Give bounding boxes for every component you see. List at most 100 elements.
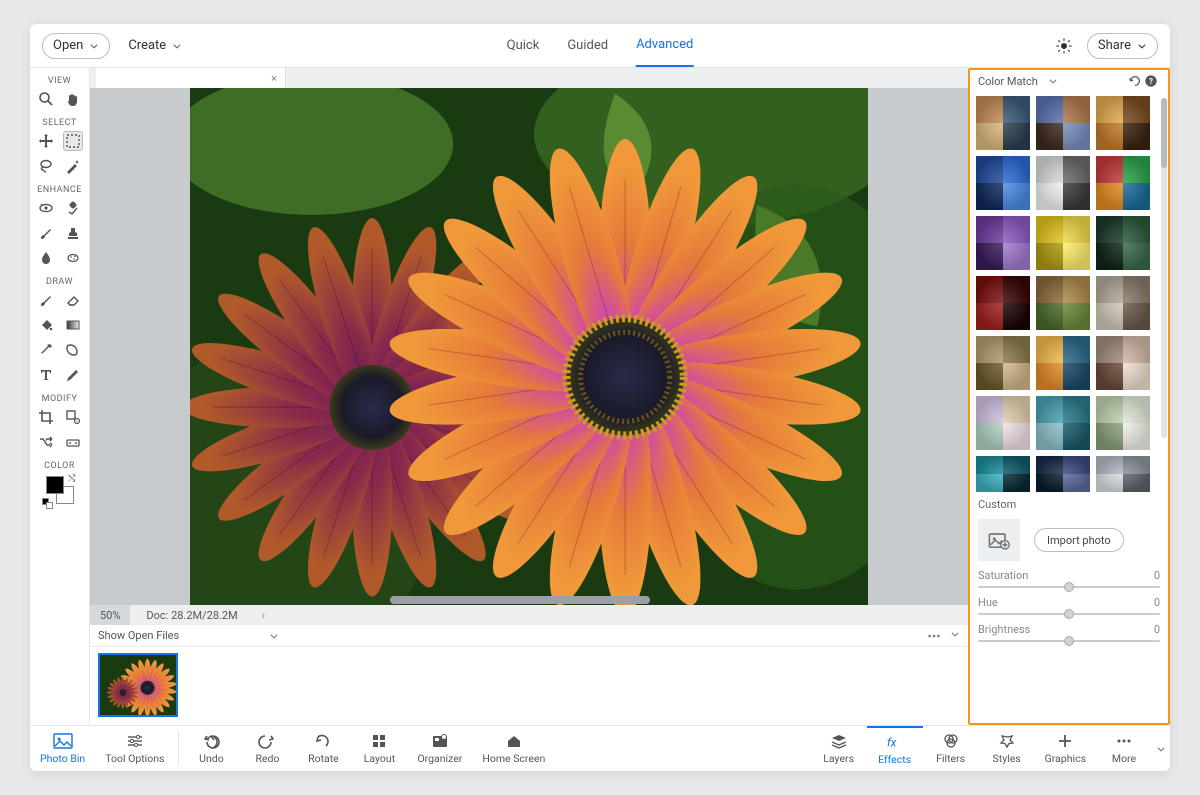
preset-scrollbar[interactable] (1161, 98, 1167, 438)
bottombar-collapse-icon[interactable] (1152, 726, 1170, 771)
open-chevron-icon (89, 41, 99, 51)
home-screen-button[interactable]: Home Screen (472, 726, 555, 771)
filters-button[interactable]: Filters (923, 726, 979, 771)
swap-colors-icon[interactable]: ⤭ (68, 474, 75, 484)
brightness-slider[interactable] (978, 640, 1160, 642)
marquee-tool[interactable] (63, 131, 83, 151)
brush-tool[interactable] (36, 290, 56, 310)
preset-desert-road[interactable] (1036, 96, 1090, 150)
lasso-tool[interactable] (36, 156, 56, 176)
redeye-tool[interactable] (36, 198, 56, 218)
move-tool[interactable] (36, 131, 56, 151)
preset-yellow-flower[interactable] (1036, 216, 1090, 270)
preset-latte-art[interactable] (1096, 336, 1150, 390)
custom-label: Custom (978, 498, 1160, 511)
color-swatch[interactable]: ⤭ (46, 476, 74, 504)
status-chevron-icon[interactable]: › (254, 609, 273, 622)
eraser-tool[interactable] (63, 290, 83, 310)
paint-bucket-tool[interactable] (36, 315, 56, 335)
panel-reset-icon[interactable] (1128, 74, 1144, 88)
preset-coastal[interactable] (1036, 396, 1090, 450)
panel-help-icon[interactable] (1144, 74, 1160, 88)
photo-bin-header: Show Open Files (90, 625, 968, 647)
preset-pebbles[interactable] (1096, 276, 1150, 330)
saturation-slider[interactable] (978, 586, 1160, 588)
effects-button[interactable]: Effects (867, 726, 923, 771)
tab-guided[interactable]: Guided (567, 24, 608, 67)
styles-button[interactable]: Styles (979, 726, 1035, 771)
right-sidebar: Color Match (968, 68, 1170, 725)
graphics-icon (1055, 732, 1075, 750)
photo-bin-menu-icon[interactable] (926, 629, 942, 643)
quick-selection-tool[interactable] (63, 156, 83, 176)
pencil-tool[interactable] (63, 365, 83, 385)
close-tab-icon[interactable]: × (271, 72, 277, 85)
clone-stamp-tool[interactable] (63, 223, 83, 243)
preset-blue-feathers[interactable] (976, 156, 1030, 210)
preset-arches-bw[interactable] (1036, 156, 1090, 210)
rotate-label: Rotate (308, 752, 339, 765)
graphics-button[interactable]: Graphics (1035, 726, 1096, 771)
preset-purple-flowers[interactable] (976, 216, 1030, 270)
gradient-tool[interactable] (63, 315, 83, 335)
preset-garden-white[interactable] (1096, 396, 1150, 450)
photo-bin-collapse-icon[interactable] (950, 629, 960, 643)
preset-tropical-sunset[interactable] (1036, 336, 1090, 390)
tab-advanced[interactable]: Advanced (636, 24, 693, 67)
more-button[interactable]: More (1096, 726, 1152, 771)
text-tool[interactable] (36, 365, 56, 385)
preset-pastel-garden[interactable] (976, 396, 1030, 450)
app-window: Open Create Quick Guided Advanced Share … (30, 24, 1170, 771)
open-button[interactable]: Open (42, 33, 110, 59)
share-button[interactable]: Share (1087, 33, 1158, 59)
panel-dropdown-icon[interactable] (1048, 76, 1058, 86)
document-tab[interactable]: × (96, 68, 286, 88)
foreground-color-swatch[interactable] (46, 476, 64, 494)
organizer-label: Organizer (417, 752, 462, 765)
straighten-tool[interactable] (63, 432, 83, 452)
custom-image-slot[interactable] (978, 519, 1020, 561)
open-button-label: Open (53, 38, 83, 53)
smart-brush-tool[interactable] (36, 223, 56, 243)
layout-button[interactable]: Layout (351, 726, 407, 771)
create-chevron-icon (172, 41, 182, 51)
shape-tool[interactable] (63, 340, 83, 360)
hue-slider[interactable] (978, 613, 1160, 615)
preset-autumn-colors[interactable] (1096, 156, 1150, 210)
preset-forest-path[interactable] (1036, 276, 1090, 330)
zoom-level[interactable]: 50% (90, 605, 130, 625)
eyedropper-tool[interactable] (36, 340, 56, 360)
spot-heal-tool[interactable] (63, 198, 83, 218)
create-button[interactable]: Create (128, 38, 182, 53)
organizer-button[interactable]: Organizer (407, 726, 472, 771)
default-colors-icon[interactable] (42, 498, 53, 509)
zoom-tool[interactable] (36, 89, 56, 109)
recompose-tool[interactable] (63, 407, 83, 427)
photo-bin-thumbnail[interactable] (98, 653, 178, 717)
preset-sunset-beach[interactable] (976, 96, 1030, 150)
preset-rocky-cliff[interactable] (976, 336, 1030, 390)
canvas[interactable] (90, 88, 968, 605)
preset-city-statue[interactable] (1096, 456, 1150, 492)
hand-tool[interactable] (63, 89, 83, 109)
preset-dark-leaves[interactable] (1096, 216, 1150, 270)
preset-silhouette[interactable] (1096, 96, 1150, 150)
effects-icon (885, 733, 905, 751)
crop-tool[interactable] (36, 407, 56, 427)
tab-quick[interactable]: Quick (507, 24, 540, 67)
import-photo-button[interactable]: Import photo (1034, 528, 1124, 552)
preset-teal-splash[interactable] (976, 456, 1030, 492)
blur-tool[interactable] (36, 248, 56, 268)
sponge-tool[interactable] (63, 248, 83, 268)
redo-button[interactable]: Redo (239, 726, 295, 771)
theme-toggle-icon[interactable] (1055, 37, 1073, 55)
content-aware-move-tool[interactable] (36, 432, 56, 452)
photo-bin-button[interactable]: Photo Bin (30, 726, 95, 771)
rotate-button[interactable]: Rotate (295, 726, 351, 771)
layers-button[interactable]: Layers (811, 726, 867, 771)
undo-button[interactable]: Undo (183, 726, 239, 771)
photo-bin-chevron-icon[interactable] (269, 631, 279, 641)
preset-red-rose[interactable] (976, 276, 1030, 330)
preset-moonlit[interactable] (1036, 456, 1090, 492)
tool-options-button[interactable]: Tool Options (95, 726, 174, 771)
